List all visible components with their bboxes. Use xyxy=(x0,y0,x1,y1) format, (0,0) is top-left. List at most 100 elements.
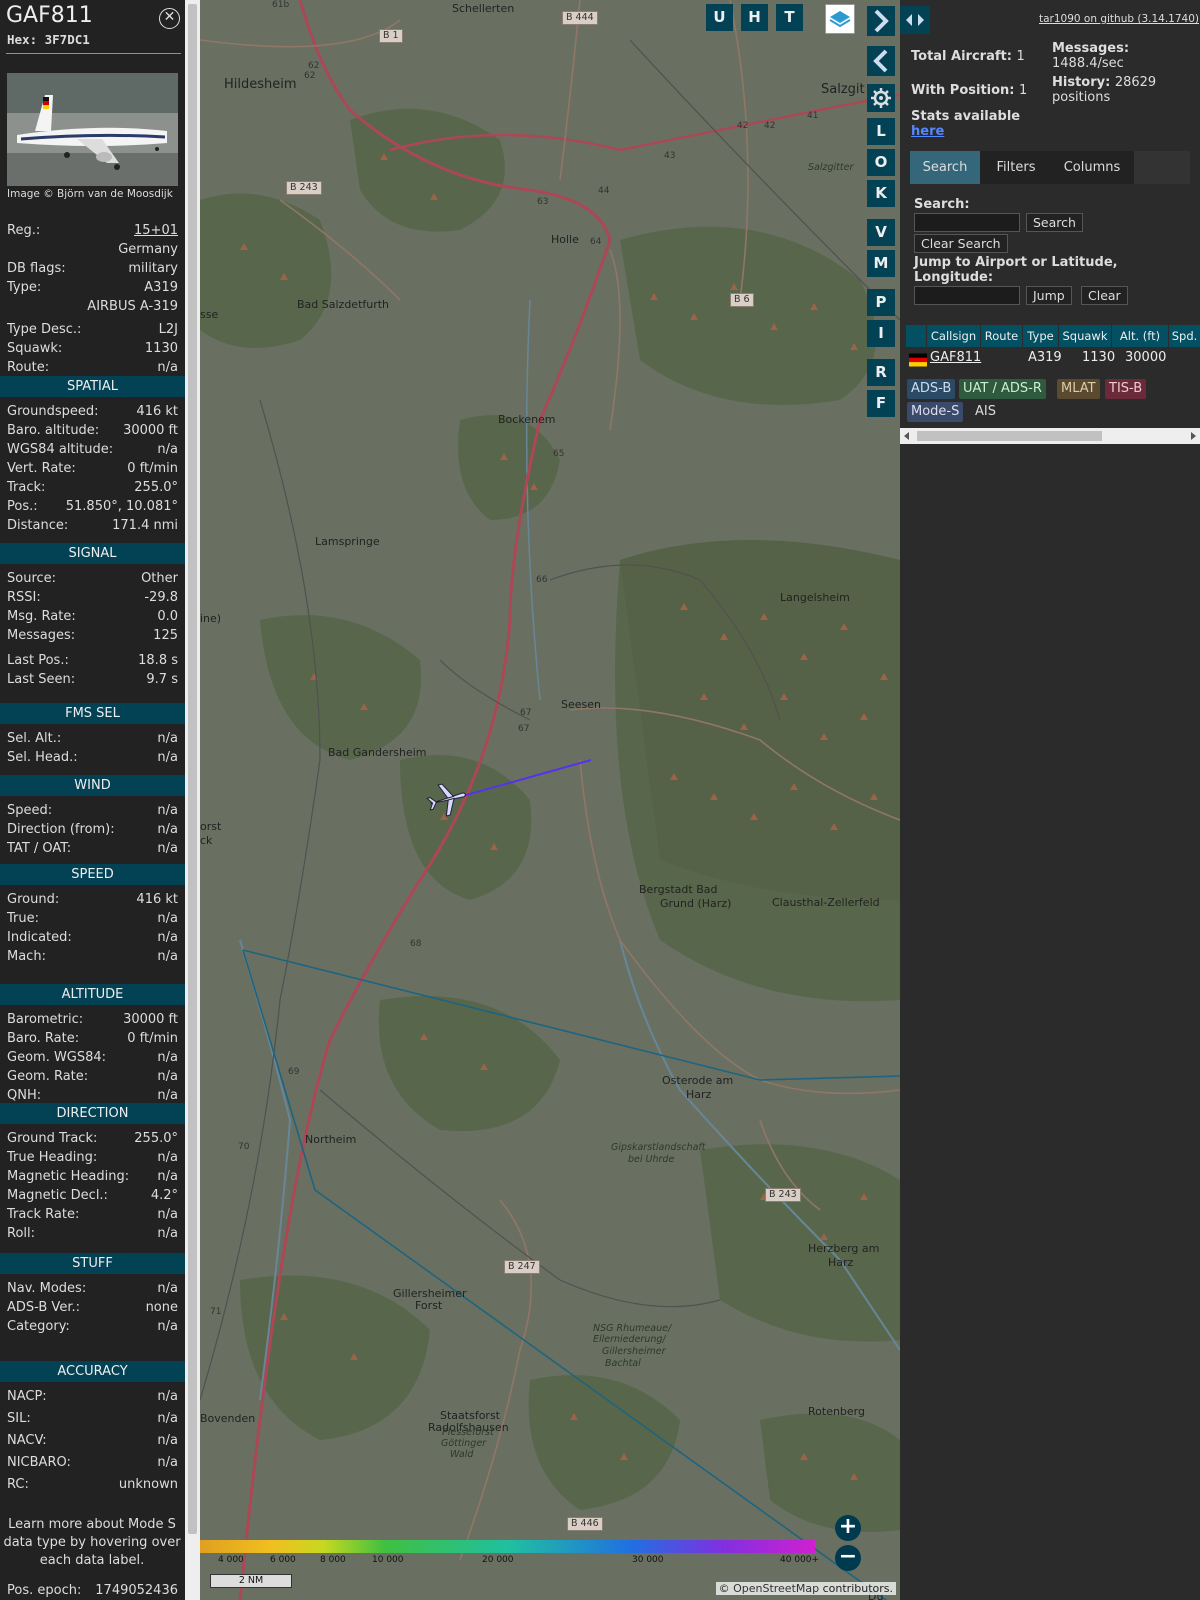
info-label[interactable]: Distance: xyxy=(7,517,68,535)
info-label[interactable]: Indicated: xyxy=(7,929,72,947)
toggle-h-button[interactable]: H xyxy=(741,4,768,31)
info-label[interactable]: Type Desc.: xyxy=(7,321,81,339)
chevron-left-icon[interactable] xyxy=(867,46,895,76)
col-squawk[interactable]: Squawk xyxy=(1059,325,1112,347)
info-label[interactable]: Type: xyxy=(7,279,41,297)
info-label[interactable]: True Heading: xyxy=(7,1149,97,1167)
info-label[interactable]: Baro. Rate: xyxy=(7,1030,79,1048)
toggle-i-button[interactable]: I xyxy=(867,320,895,347)
zoom-in-button[interactable]: + xyxy=(835,1515,861,1541)
info-label[interactable]: Sel. Alt.: xyxy=(7,730,61,748)
info-label[interactable]: True: xyxy=(7,910,39,928)
search-input[interactable] xyxy=(914,213,1020,232)
tab-filters[interactable]: Filters xyxy=(982,151,1050,184)
toggle-k-button[interactable]: K xyxy=(867,180,895,207)
osm-link[interactable]: OpenStreetMap xyxy=(733,1582,819,1595)
toggle-t-button[interactable]: T xyxy=(776,4,803,31)
chevron-right-icon[interactable] xyxy=(867,6,895,36)
info-label[interactable]: Nav. Modes: xyxy=(7,1280,86,1298)
search-button[interactable]: Search xyxy=(1026,213,1083,232)
info-label[interactable]: ADS-B Ver.: xyxy=(7,1299,80,1317)
row-callsign[interactable]: GAF811 xyxy=(930,349,981,367)
info-value[interactable]: 15+01 xyxy=(134,222,178,240)
scroll-left-icon[interactable] xyxy=(903,432,911,440)
info-label[interactable]: Ground: xyxy=(7,891,59,909)
info-label[interactable]: Category: xyxy=(7,1318,70,1336)
info-label[interactable]: Direction (from): xyxy=(7,821,115,839)
aircraft-photo[interactable] xyxy=(7,73,178,186)
clear-button[interactable]: Clear xyxy=(1081,286,1128,305)
table-scrollbar[interactable] xyxy=(900,428,1200,444)
tab-search[interactable]: Search xyxy=(910,151,980,184)
layers-icon[interactable] xyxy=(825,4,855,34)
info-label[interactable]: Last Seen: xyxy=(7,671,75,689)
toggle-m-button[interactable]: M xyxy=(867,250,895,277)
toggle-r-button[interactable]: R xyxy=(867,359,895,386)
info-label[interactable]: Source: xyxy=(7,570,56,588)
source-badge[interactable]: TIS-B xyxy=(1105,379,1147,399)
info-label[interactable]: Barometric: xyxy=(7,1011,83,1029)
scroll-right-icon[interactable] xyxy=(1189,432,1197,440)
info-label[interactable]: TAT / OAT: xyxy=(7,840,71,858)
col-type[interactable]: Type xyxy=(1023,325,1059,347)
toggle-p-button[interactable]: P xyxy=(867,289,895,316)
col-route[interactable]: Route xyxy=(981,325,1023,347)
github-link[interactable]: tar1090 on github (3.14.1740) xyxy=(1039,13,1199,25)
source-badge[interactable]: UAT / ADS-R xyxy=(959,379,1046,399)
scrollbar-thumb[interactable] xyxy=(188,4,197,1534)
tab-columns[interactable]: Columns xyxy=(1052,151,1132,184)
gear-icon[interactable] xyxy=(867,84,895,112)
info-label[interactable]: NACP: xyxy=(7,1388,47,1406)
col-speed[interactable]: Spd. xyxy=(1169,325,1200,347)
info-label[interactable]: Msg. Rate: xyxy=(7,608,76,626)
close-icon[interactable]: ✕ xyxy=(159,8,180,29)
toggle-f-button[interactable]: F xyxy=(867,390,895,417)
jump-button[interactable]: Jump xyxy=(1026,286,1072,305)
info-label[interactable]: Geom. WGS84: xyxy=(7,1049,106,1067)
col-callsign[interactable]: Callsign xyxy=(927,325,981,347)
stats-here-link[interactable]: here xyxy=(911,124,944,139)
source-badge[interactable]: MLAT xyxy=(1057,379,1100,399)
info-label[interactable]: Speed: xyxy=(7,802,52,820)
info-label[interactable]: RSSI: xyxy=(7,589,41,607)
info-label[interactable]: Track Rate: xyxy=(7,1206,79,1224)
jump-input[interactable] xyxy=(914,286,1020,305)
info-label[interactable]: NACV: xyxy=(7,1432,47,1450)
info-label[interactable]: Track: xyxy=(7,479,45,497)
scrollbar-thumb[interactable] xyxy=(917,431,1102,441)
zoom-out-button[interactable]: − xyxy=(835,1545,861,1571)
toggle-u-button[interactable]: U xyxy=(706,4,733,31)
info-label[interactable]: Last Pos.: xyxy=(7,652,69,670)
info-label[interactable]: WGS84 altitude: xyxy=(7,441,113,459)
info-label[interactable]: Reg.: xyxy=(7,222,40,240)
info-label[interactable]: Groundspeed: xyxy=(7,403,98,421)
info-label[interactable]: Roll: xyxy=(7,1225,35,1243)
info-panel-scrollbar[interactable] xyxy=(185,0,200,1600)
toggle-o-button[interactable]: O xyxy=(867,149,895,176)
toggle-l-button[interactable]: L xyxy=(867,118,895,145)
col-altitude[interactable]: Alt. (ft) xyxy=(1112,325,1169,347)
info-label[interactable]: Magnetic Heading: xyxy=(7,1168,129,1186)
info-label[interactable]: NICBARO: xyxy=(7,1454,71,1472)
info-label[interactable]: Geom. Rate: xyxy=(7,1068,88,1086)
info-label[interactable]: Squawk: xyxy=(7,340,62,358)
source-badge[interactable]: Mode-S xyxy=(907,402,964,422)
info-label[interactable]: RC: xyxy=(7,1476,29,1494)
info-label[interactable]: Messages: xyxy=(7,627,75,645)
col-flag[interactable] xyxy=(906,325,927,347)
info-label[interactable]: Route: xyxy=(7,359,49,377)
info-label[interactable]: Baro. altitude: xyxy=(7,422,99,440)
toggle-v-button[interactable]: V xyxy=(867,219,895,246)
info-label[interactable]: Vert. Rate: xyxy=(7,460,76,478)
info-label[interactable]: Ground Track: xyxy=(7,1130,97,1148)
map-view[interactable]: Schellerten Hildesheim Salzgit Holle Bad Sal… xyxy=(200,0,900,1600)
info-label[interactable]: Mach: xyxy=(7,948,46,966)
source-badge[interactable]: ADS-B xyxy=(907,379,956,399)
info-label[interactable]: Magnetic Decl.: xyxy=(7,1187,108,1205)
info-label[interactable]: SIL: xyxy=(7,1410,31,1428)
info-label[interactable]: DB flags: xyxy=(7,260,66,278)
info-label[interactable]: Sel. Head.: xyxy=(7,749,78,767)
source-badge[interactable]: AIS xyxy=(971,402,1000,422)
info-label[interactable]: Pos.: xyxy=(7,498,38,516)
collapse-panel-icon[interactable] xyxy=(900,6,930,34)
